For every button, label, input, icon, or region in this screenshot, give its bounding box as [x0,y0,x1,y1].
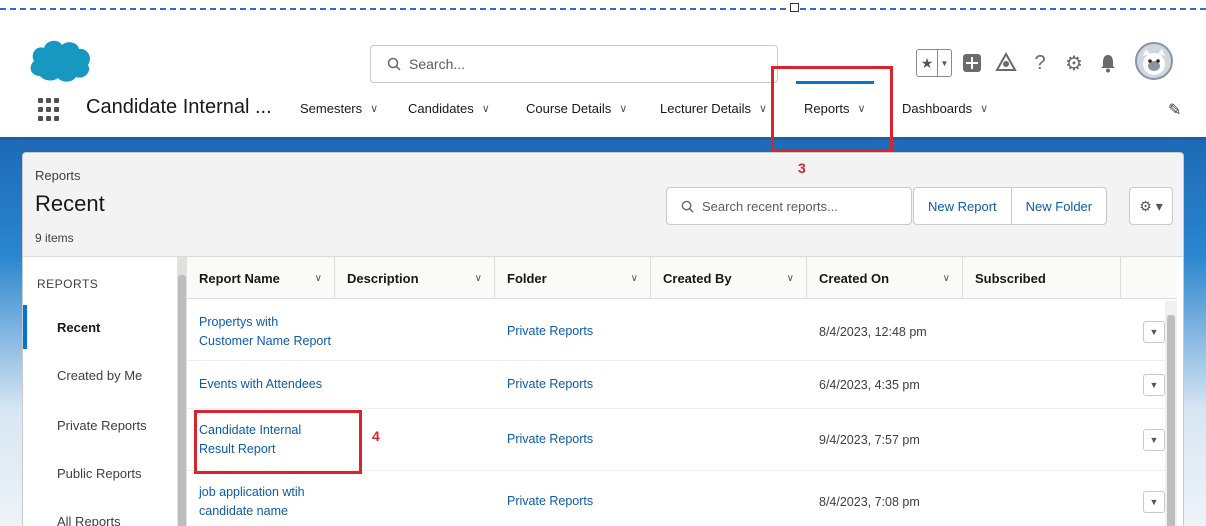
capture-border [0,8,1206,10]
reports-table: Report Name ∨ Description ∨ Folder ∨ Create… [187,257,1177,526]
nav-item-course-details[interactable]: Course Details ∨ [526,101,627,116]
created-on-cell: 8/4/2023, 7:08 pm [819,494,920,509]
favorites-dropdown-icon[interactable]: ▼ [937,50,951,76]
chevron-down-icon[interactable]: ∨ [370,102,378,115]
star-icon[interactable]: ★ [917,50,937,76]
header-utility-icons: ★ ▼ ? ⚙ [916,46,1122,80]
folder-link[interactable]: Private Reports [495,361,651,408]
created-by-cell [651,361,807,408]
table-header-row: Report Name ∨ Description ∨ Folder ∨ Create… [187,257,1177,299]
folder-link[interactable]: Private Reports [495,471,651,526]
chevron-down-icon[interactable]: ∨ [475,273,482,284]
report-name-link[interactable]: job application wtih candidate name [187,471,335,526]
column-header-description[interactable]: Description ∨ [335,257,495,299]
capture-handle [790,3,799,12]
app-navigation-bar: Candidate Internal ... Semesters ∨ Candid… [0,81,1206,140]
reports-sidebar: REPORTS Recent Created by Me Private Rep… [23,257,181,526]
table-row: Events with Attendees Private Reports 6/… [187,361,1177,409]
annotation-box-report-link [194,410,362,474]
new-folder-button[interactable]: New Folder [1010,188,1106,224]
table-row: job application wtih candidate name Priva… [187,471,1177,526]
edit-nav-pencil-icon[interactable]: ✎ [1168,100,1181,120]
setup-gear-icon[interactable]: ⚙ [1060,49,1088,77]
search-icon [681,200,694,213]
user-avatar[interactable] [1135,42,1173,80]
global-search-input[interactable]: Search... [370,45,778,83]
chevron-down-icon[interactable]: ∨ [980,102,988,115]
report-name-link[interactable]: Events with Attendees [187,361,335,408]
row-actions-dropdown-icon[interactable]: ▼ [1143,321,1165,343]
new-report-button[interactable]: New Report [914,188,1011,224]
chevron-down-icon[interactable]: ∨ [631,273,638,284]
table-scrollbar[interactable] [1165,301,1177,526]
chevron-down-icon[interactable]: ∨ [619,102,627,115]
gear-icon: ⚙ ▾ [1139,197,1163,214]
sidebar-heading: REPORTS [37,277,99,291]
chevron-down-icon[interactable]: ∨ [315,273,322,284]
annotation-step-3: 3 [798,160,806,176]
created-on-cell: 9/4/2023, 7:57 pm [819,432,920,447]
created-by-cell [651,303,807,360]
column-header-subscribed[interactable]: Subscribed [963,257,1121,299]
folder-link[interactable]: Private Reports [495,409,651,470]
recent-search-placeholder: Search recent reports... [702,198,838,214]
chevron-down-icon[interactable]: ∨ [759,102,767,115]
row-actions-dropdown-icon[interactable]: ▼ [1143,374,1165,396]
global-search-placeholder: Search... [409,56,466,72]
created-by-cell [651,471,807,526]
sidebar-item-public-reports[interactable]: Public Reports [23,451,179,495]
annotation-box-reports-tab [771,66,893,152]
global-header: Search... ★ ▼ ? ⚙ [0,12,1206,83]
sidebar-item-recent[interactable]: Recent [23,305,179,349]
sidebar-scrollbar[interactable] [177,257,187,526]
breadcrumb[interactable]: Reports [35,168,81,183]
notification-bell-icon[interactable] [1094,49,1122,77]
table-row: Propertys with Customer Name Report Priva… [187,303,1177,361]
nav-item-semesters[interactable]: Semesters ∨ [300,101,378,116]
nav-item-candidates[interactable]: Candidates ∨ [408,101,490,116]
chevron-down-icon[interactable]: ∨ [482,102,490,115]
recent-reports-search-input[interactable]: Search recent reports... [666,187,912,225]
salesforce-cloud-logo[interactable] [26,36,94,86]
list-settings-button[interactable]: ⚙ ▾ [1129,187,1173,225]
created-on-cell: 6/4/2023, 4:35 pm [819,377,920,392]
description-cell [335,361,495,408]
sidebar-item-created-by-me[interactable]: Created by Me [23,353,179,397]
add-icon[interactable] [958,49,986,77]
page-title: Recent [35,191,105,216]
help-icon[interactable]: ? [1026,49,1054,77]
nav-item-lecturer-details[interactable]: Lecturer Details ∨ [660,101,767,116]
chevron-down-icon[interactable]: ∨ [943,273,950,284]
item-count: 9 items [35,231,74,245]
column-header-created-on[interactable]: Created On ∨ [807,257,963,299]
folder-link[interactable]: Private Reports [495,303,651,360]
sidebar-item-all-reports[interactable]: All Reports [23,499,179,526]
description-cell [335,471,495,526]
list-actions: New Report New Folder [913,187,1108,225]
row-actions-dropdown-icon[interactable]: ▼ [1143,429,1165,451]
row-actions-dropdown-icon[interactable]: ▼ [1143,491,1165,513]
description-cell [335,303,495,360]
list-header: Reports Recent 9 items Search recent rep… [23,153,1183,257]
nav-item-dashboards[interactable]: Dashboards ∨ [902,101,988,116]
column-header-folder[interactable]: Folder ∨ [495,257,651,299]
created-on-cell: 8/4/2023, 12:48 pm [819,324,927,339]
annotation-step-4: 4 [372,428,380,444]
sidebar-item-private-reports[interactable]: Private Reports [23,403,179,447]
report-name-link[interactable]: Propertys with Customer Name Report [187,303,335,360]
search-icon [387,57,401,71]
chevron-down-icon[interactable]: ∨ [787,273,794,284]
favorites-group[interactable]: ★ ▼ [916,49,952,77]
app-launcher-icon[interactable] [38,98,62,122]
column-header-created-by[interactable]: Created By ∨ [651,257,807,299]
column-header-report-name[interactable]: Report Name ∨ [187,257,335,299]
app-name: Candidate Internal ... [86,96,272,118]
trailhead-icon[interactable] [992,49,1020,77]
created-by-cell [651,409,807,470]
